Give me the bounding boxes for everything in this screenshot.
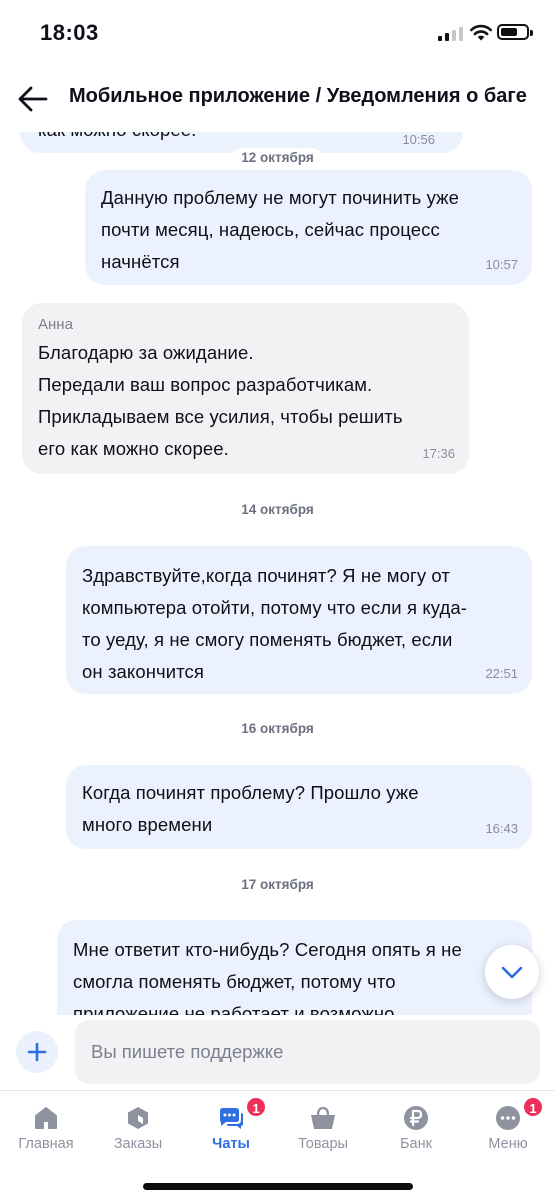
ruble-icon: [404, 1106, 428, 1130]
home-indicator: [143, 1183, 413, 1190]
tab-home[interactable]: Главная: [0, 1098, 90, 1158]
tab-bank[interactable]: Банк: [370, 1098, 460, 1158]
tab-label: Банк: [400, 1136, 432, 1152]
wifi-icon: [470, 24, 492, 41]
battery-icon: [497, 24, 533, 40]
message-bubble-outgoing: Мне ответит кто-нибудь? Сегодня опять я …: [57, 920, 532, 1015]
tab-label: Главная: [18, 1136, 74, 1152]
tab-chats[interactable]: 1 Чаты: [185, 1096, 275, 1158]
orders-icon: [128, 1107, 148, 1129]
status-bar: 18:03: [0, 0, 555, 66]
date-separator: 12 октября: [0, 148, 555, 167]
message-time: 10:56: [402, 132, 435, 147]
tab-label: Товары: [298, 1136, 348, 1152]
message-time: 10:57: [485, 257, 518, 272]
tab-label: Чаты: [212, 1136, 250, 1152]
message-list[interactable]: как можно скорее. 10:56 12 октября Данну…: [0, 132, 555, 1015]
home-icon: [35, 1107, 57, 1129]
message-author: Анна: [38, 316, 73, 333]
message-time: 16:43: [485, 821, 518, 836]
tab-label: Заказы: [113, 1136, 163, 1152]
unread-badge: 1: [245, 1096, 267, 1118]
cellular-signal-icon: [438, 27, 464, 41]
attach-button[interactable]: [16, 1031, 58, 1073]
message-bubble-outgoing: Данную проблему не могут починить уже по…: [85, 170, 532, 285]
message-composer: [0, 1015, 555, 1091]
date-separator: 14 октября: [0, 500, 555, 519]
chat-title: Мобильное приложение / Уведомления о баг…: [69, 85, 527, 107]
tab-products[interactable]: Товары: [277, 1098, 367, 1158]
tab-menu[interactable]: 1 Меню: [462, 1096, 552, 1158]
message-bubble-incoming: Анна Благодарю за ожидание. Передали ваш…: [22, 303, 469, 474]
scroll-to-bottom-button[interactable]: [485, 945, 539, 999]
message-bubble-outgoing: Здравствуйте,когда починят? Я не могу от…: [66, 546, 532, 694]
message-bubble-outgoing: Когда починят проблему? Прошло уже много…: [66, 765, 532, 849]
message-text: Здравствуйте,когда починят? Я не могу от…: [82, 565, 468, 682]
chat-header: Мобильное приложение / Уведомления о баг…: [0, 66, 555, 132]
message-input[interactable]: [75, 1020, 540, 1084]
basket-icon: [311, 1106, 335, 1129]
tab-label: Меню: [488, 1136, 528, 1152]
back-arrow-icon[interactable]: [16, 82, 50, 116]
tab-orders[interactable]: Заказы: [92, 1098, 182, 1158]
unread-badge: 1: [522, 1096, 544, 1118]
message-text: Мне ответит кто-нибудь? Сегодня опять я …: [73, 939, 462, 1015]
date-separator: 16 октября: [0, 719, 555, 738]
menu-dots-icon: [496, 1106, 520, 1130]
message-time: 17:36: [422, 446, 455, 461]
date-separator: 17 октября: [0, 875, 555, 894]
message-time: 22:51: [485, 666, 518, 681]
chevron-down-icon: [501, 966, 523, 979]
status-time: 18:03: [40, 20, 99, 45]
message-text: Когда починят проблему? Прошло уже много…: [82, 782, 419, 835]
message-text: Данную проблему не могут починить уже по…: [101, 187, 460, 272]
message-text: как можно скорее.: [38, 132, 463, 146]
plus-icon: [27, 1042, 47, 1062]
chats-icon: [220, 1108, 243, 1129]
message-text: Благодарю за ожидание. Передали ваш вопр…: [38, 342, 403, 459]
